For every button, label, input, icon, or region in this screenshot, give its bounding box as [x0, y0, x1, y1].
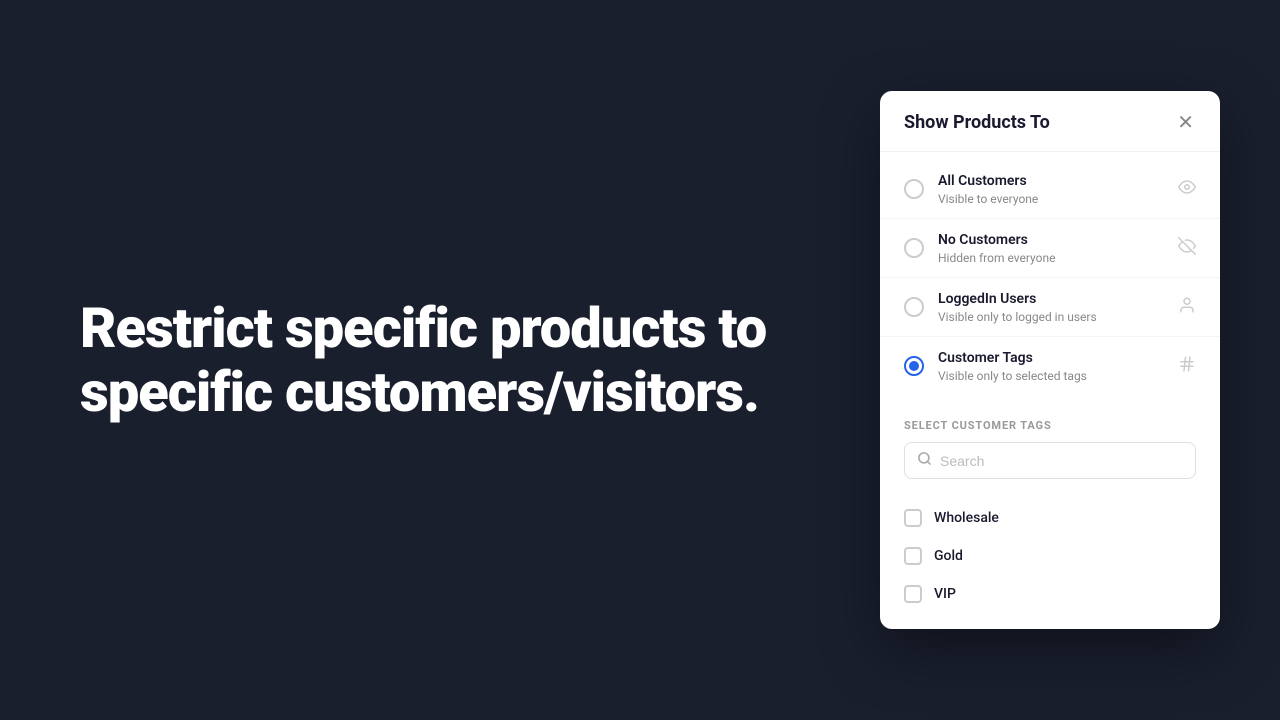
option-sublabel-all-customers: Visible to everyone [938, 192, 1170, 206]
option-loggedin-users[interactable]: LoggedIn Users Visible only to logged in… [880, 278, 1220, 337]
modal-options: All Customers Visible to everyone No Cus… [880, 152, 1220, 404]
option-text-customer-tags: Customer Tags Visible only to selected t… [938, 349, 1170, 383]
option-customer-tags[interactable]: Customer Tags Visible only to selected t… [880, 337, 1220, 395]
modal-title: Show Products To [904, 112, 1050, 133]
search-input[interactable] [940, 453, 1183, 469]
eye-off-icon [1178, 237, 1196, 259]
option-label-loggedin-users: LoggedIn Users [938, 290, 1170, 308]
hash-icon [1178, 355, 1196, 377]
tags-list: Wholesale Gold VIP [880, 491, 1220, 629]
hero-heading: Restrict specific products to specific c… [80, 296, 800, 425]
option-text-loggedin-users: LoggedIn Users Visible only to logged in… [938, 290, 1170, 324]
tag-label-gold: Gold [934, 548, 963, 564]
option-sublabel-customer-tags: Visible only to selected tags [938, 369, 1170, 383]
option-sublabel-loggedin-users: Visible only to logged in users [938, 310, 1170, 324]
radio-all-customers [904, 179, 924, 199]
checkbox-wholesale[interactable] [904, 509, 922, 527]
search-icon [917, 451, 932, 470]
option-label-customer-tags: Customer Tags [938, 349, 1170, 367]
checkbox-vip[interactable] [904, 585, 922, 603]
tag-item-gold[interactable]: Gold [904, 537, 1196, 575]
user-icon [1178, 296, 1196, 318]
option-label-all-customers: All Customers [938, 172, 1170, 190]
tags-section: SELECT CUSTOMER TAGS [880, 403, 1220, 491]
tag-label-wholesale: Wholesale [934, 510, 999, 526]
show-products-modal: Show Products To ✕ All Customers Visible… [880, 91, 1220, 630]
radio-customer-tags [904, 356, 924, 376]
modal-container: Show Products To ✕ All Customers Visible… [880, 91, 1220, 630]
option-text-no-customers: No Customers Hidden from everyone [938, 231, 1170, 265]
tag-item-wholesale[interactable]: Wholesale [904, 499, 1196, 537]
option-no-customers[interactable]: No Customers Hidden from everyone [880, 219, 1220, 278]
radio-inner-customer-tags [909, 361, 919, 371]
radio-no-customers [904, 238, 924, 258]
tag-label-vip: VIP [934, 586, 956, 602]
eye-icon [1178, 178, 1196, 200]
tag-item-vip[interactable]: VIP [904, 575, 1196, 613]
option-all-customers[interactable]: All Customers Visible to everyone [880, 160, 1220, 219]
radio-loggedin-users [904, 297, 924, 317]
checkbox-gold[interactable] [904, 547, 922, 565]
modal-header: Show Products To ✕ [880, 91, 1220, 152]
close-button[interactable]: ✕ [1175, 111, 1196, 135]
tags-section-label: SELECT CUSTOMER TAGS [904, 419, 1196, 432]
option-text-all-customers: All Customers Visible to everyone [938, 172, 1170, 206]
option-label-no-customers: No Customers [938, 231, 1170, 249]
hero-section: Restrict specific products to specific c… [0, 236, 880, 485]
search-box [904, 442, 1196, 479]
option-sublabel-no-customers: Hidden from everyone [938, 251, 1170, 265]
